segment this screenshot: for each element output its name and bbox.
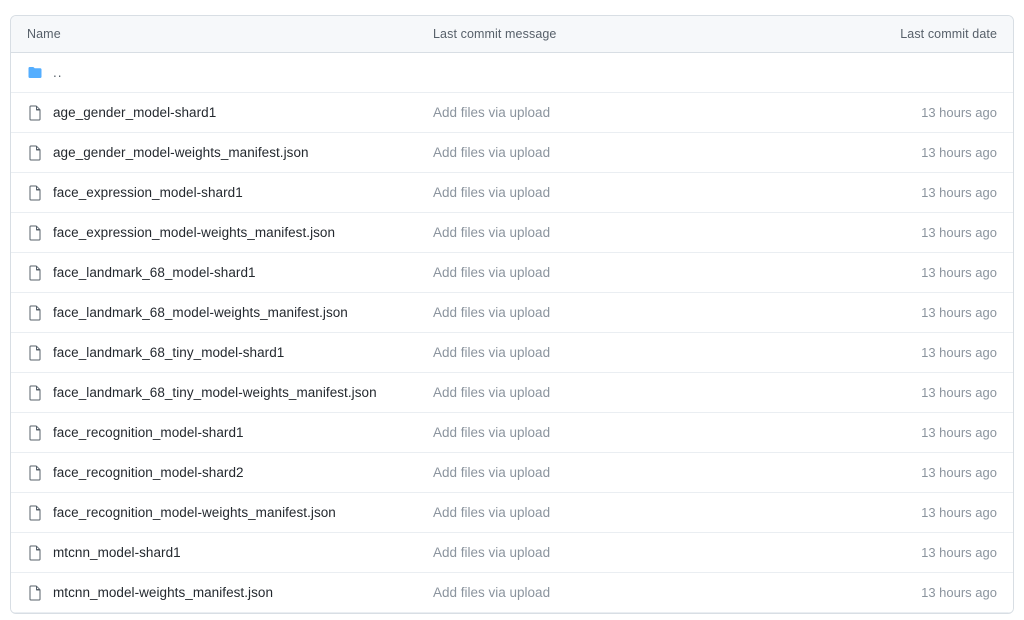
cell-name: age_gender_model-shard1 — [27, 105, 433, 121]
cell-name: face_landmark_68_tiny_model-shard1 — [27, 345, 433, 361]
cell-commit-date: 13 hours ago — [921, 385, 997, 400]
table-row[interactable]: face_landmark_68_model-shard1 Add files v… — [11, 253, 1013, 293]
table-row[interactable]: face_expression_model-shard1 Add files vi… — [11, 173, 1013, 213]
cell-commit-message[interactable]: Add files via upload — [433, 465, 817, 480]
cell-commit-date: 13 hours ago — [921, 265, 997, 280]
file-icon — [27, 185, 43, 201]
cell-commit-date: 13 hours ago — [921, 105, 997, 120]
cell-name: face_landmark_68_model-shard1 — [27, 265, 433, 281]
cell-name: .. — [27, 65, 433, 81]
file-icon — [27, 345, 43, 361]
cell-commit-message[interactable]: Add files via upload — [433, 585, 817, 600]
table-row[interactable]: face_landmark_68_model-weights_manifest.… — [11, 293, 1013, 333]
cell-name: face_recognition_model-shard2 — [27, 465, 433, 481]
cell-commit-message[interactable]: Add files via upload — [433, 225, 817, 240]
file-icon — [27, 265, 43, 281]
cell-commit-message[interactable]: Add files via upload — [433, 545, 817, 560]
cell-name: mtcnn_model-shard1 — [27, 545, 433, 561]
cell-commit-message[interactable]: Add files via upload — [433, 425, 817, 440]
file-icon — [27, 585, 43, 601]
cell-name: face_recognition_model-shard1 — [27, 425, 433, 441]
table-row[interactable]: .. — [11, 53, 1013, 93]
cell-name: face_recognition_model-weights_manifest.… — [27, 505, 433, 521]
table-row[interactable]: mtcnn_model-weights_manifest.json Add fil… — [11, 573, 1013, 613]
entry-name-link[interactable]: face_recognition_model-shard1 — [53, 425, 244, 440]
entry-name-link[interactable]: face_recognition_model-weights_manifest.… — [53, 505, 336, 520]
file-icon — [27, 545, 43, 561]
cell-name: age_gender_model-weights_manifest.json — [27, 145, 433, 161]
entry-name-link[interactable]: face_expression_model-weights_manifest.j… — [53, 225, 335, 240]
column-header-name[interactable]: Name — [27, 27, 433, 41]
cell-commit-date: 13 hours ago — [921, 585, 997, 600]
cell-commit-date: 13 hours ago — [921, 185, 997, 200]
file-icon — [27, 385, 43, 401]
table-row[interactable]: age_gender_model-weights_manifest.json Ad… — [11, 133, 1013, 173]
cell-commit-message[interactable]: Add files via upload — [433, 345, 817, 360]
table-body: .. age_gender_model-shard1 Add files via u… — [11, 53, 1013, 613]
entry-name-link[interactable]: face_expression_model-shard1 — [53, 185, 243, 200]
table-row[interactable]: age_gender_model-shard1 Add files via upl… — [11, 93, 1013, 133]
file-icon — [27, 105, 43, 121]
table-row[interactable]: face_landmark_68_tiny_model-shard1 Add fi… — [11, 333, 1013, 373]
entry-name-link[interactable]: face_recognition_model-shard2 — [53, 465, 244, 480]
cell-commit-date: 13 hours ago — [921, 545, 997, 560]
cell-commit-message[interactable]: Add files via upload — [433, 265, 817, 280]
column-header-last-commit-date: Last commit date — [900, 27, 997, 41]
entry-name-link[interactable]: face_landmark_68_tiny_model-shard1 — [53, 345, 284, 360]
cell-name: face_landmark_68_tiny_model-weights_mani… — [27, 385, 433, 401]
cell-name: mtcnn_model-weights_manifest.json — [27, 585, 433, 601]
entry-name-link[interactable]: mtcnn_model-shard1 — [53, 545, 181, 560]
page-root: Name Last commit message Last commit dat… — [0, 0, 1024, 620]
cell-commit-date: 13 hours ago — [921, 465, 997, 480]
table-row[interactable]: face_landmark_68_tiny_model-weights_mani… — [11, 373, 1013, 413]
file-icon — [27, 425, 43, 441]
cell-name: face_expression_model-weights_manifest.j… — [27, 225, 433, 241]
entry-name-link[interactable]: mtcnn_model-weights_manifest.json — [53, 585, 273, 600]
file-icon — [27, 305, 43, 321]
file-icon — [27, 505, 43, 521]
cell-name: face_landmark_68_model-weights_manifest.… — [27, 305, 433, 321]
cell-commit-message[interactable]: Add files via upload — [433, 305, 817, 320]
cell-commit-message[interactable]: Add files via upload — [433, 185, 817, 200]
entry-name-link[interactable]: age_gender_model-weights_manifest.json — [53, 145, 309, 160]
cell-commit-message[interactable]: Add files via upload — [433, 505, 817, 520]
table-header-row: Name Last commit message Last commit dat… — [11, 16, 1013, 53]
table-row[interactable]: mtcnn_model-shard1 Add files via upload 13… — [11, 533, 1013, 573]
cell-commit-date: 13 hours ago — [921, 425, 997, 440]
cell-commit-date: 13 hours ago — [921, 345, 997, 360]
entry-name-link[interactable]: age_gender_model-shard1 — [53, 105, 216, 120]
file-icon — [27, 145, 43, 161]
cell-commit-date: 13 hours ago — [921, 305, 997, 320]
folder-icon — [27, 65, 43, 81]
table-row[interactable]: face_expression_model-weights_manifest.j… — [11, 213, 1013, 253]
file-icon — [27, 465, 43, 481]
cell-commit-date: 13 hours ago — [921, 505, 997, 520]
table-row[interactable]: face_recognition_model-shard2 Add files v… — [11, 453, 1013, 493]
file-listing-table: Name Last commit message Last commit dat… — [10, 15, 1014, 614]
entry-name-link[interactable]: face_landmark_68_model-weights_manifest.… — [53, 305, 348, 320]
cell-commit-message[interactable]: Add files via upload — [433, 105, 817, 120]
entry-name-link[interactable]: face_landmark_68_model-shard1 — [53, 265, 256, 280]
cell-commit-date: 13 hours ago — [921, 225, 997, 240]
entry-name-link[interactable]: .. — [53, 65, 63, 80]
column-header-last-commit-message: Last commit message — [433, 27, 557, 41]
file-icon — [27, 225, 43, 241]
table-row[interactable]: face_recognition_model-weights_manifest.… — [11, 493, 1013, 533]
cell-name: face_expression_model-shard1 — [27, 185, 433, 201]
cell-commit-message[interactable]: Add files via upload — [433, 145, 817, 160]
entry-name-link[interactable]: face_landmark_68_tiny_model-weights_mani… — [53, 385, 377, 400]
cell-commit-message[interactable]: Add files via upload — [433, 385, 817, 400]
cell-commit-date: 13 hours ago — [921, 145, 997, 160]
table-row[interactable]: face_recognition_model-shard1 Add files v… — [11, 413, 1013, 453]
